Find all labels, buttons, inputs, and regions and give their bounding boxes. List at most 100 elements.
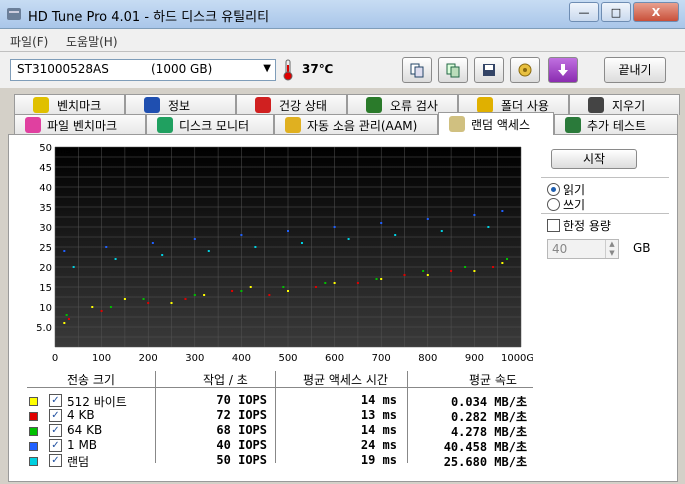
data-point <box>170 302 173 304</box>
data-point <box>287 230 289 232</box>
save-button[interactable] <box>474 57 504 83</box>
header-access: 평균 액세스 시간 <box>303 373 388 387</box>
transfer-size: 64 KB <box>67 423 103 437</box>
table-divider <box>27 387 533 388</box>
info-icon <box>144 97 160 113</box>
y-tick-label: 50 <box>39 143 52 154</box>
copy-all-icon <box>446 63 460 78</box>
y-tick-label: 30 <box>39 223 52 234</box>
tab-label: 디스크 모니터 <box>179 118 250 133</box>
data-point <box>440 230 443 232</box>
y-tick-label: 25 <box>39 243 52 254</box>
data-point <box>203 294 206 296</box>
menu-bar: 파일(F) 도움말(H) <box>0 29 685 52</box>
x-tick-label: 700 <box>372 353 391 364</box>
access-time-value: 19 ms <box>360 453 397 467</box>
data-point <box>492 266 495 268</box>
tab-file-benchmark[interactable]: 파일 벤치마크 <box>14 114 146 135</box>
close-button[interactable]: X <box>633 2 679 22</box>
drive-select[interactable]: ST31000528AS (1000 GB) ▼ <box>10 59 276 81</box>
y-tick-label: 5.0 <box>36 323 52 334</box>
data-point <box>193 238 196 240</box>
data-point <box>287 290 289 292</box>
series-checkbox[interactable]: ✓ <box>49 424 62 437</box>
data-point <box>147 302 150 304</box>
copy-button[interactable] <box>402 57 432 83</box>
y-tick-label: 20 <box>39 263 52 274</box>
data-point <box>314 286 317 288</box>
tab-benchmark[interactable]: 벤치마크 <box>14 94 125 115</box>
header-iops: 작업 / 초 <box>203 373 248 387</box>
data-point <box>268 294 271 296</box>
data-point <box>473 214 476 216</box>
start-button[interactable]: 시작 <box>551 149 637 169</box>
window-title: HD Tune Pro 4.01 - 하드 디스크 유틸리티 <box>28 10 270 25</box>
x-tick-label: 200 <box>139 353 158 364</box>
maximize-button[interactable]: □ <box>601 2 631 22</box>
tab-extra-tests[interactable]: 추가 테스트 <box>554 114 678 135</box>
limit-checkbox[interactable] <box>547 219 560 232</box>
write-label: 쓰기 <box>563 198 586 212</box>
write-radio[interactable] <box>547 198 560 211</box>
options-icon <box>518 63 532 77</box>
data-point <box>501 210 504 212</box>
access-time-value: 24 ms <box>360 438 397 452</box>
download-button[interactable] <box>548 57 578 83</box>
y-tick-label: 45 <box>39 163 52 174</box>
series-checkbox[interactable]: ✓ <box>49 409 62 422</box>
menu-help[interactable]: 도움말(H) <box>66 33 118 50</box>
data-point <box>426 218 429 220</box>
tab-erase[interactable]: 지우기 <box>569 94 680 115</box>
access-time-chart: 50 45 40 35 30 25 20 15 10 5.0 ms 0 100 200 300 400 500 6… <box>36 143 533 364</box>
options-button[interactable] <box>510 57 540 83</box>
random-access-panel: 50 45 40 35 30 25 20 15 10 5.0 ms 0 100 200 300 400 500 6… <box>8 134 678 482</box>
data-point <box>450 270 453 272</box>
data-point <box>231 290 234 292</box>
transfer-size: 1 MB <box>67 438 98 452</box>
tab-aam[interactable]: 자동 소음 관리(AAM) <box>274 114 438 135</box>
minimize-button[interactable]: — <box>569 2 599 22</box>
y-tick-label: 10 <box>39 303 52 314</box>
data-point <box>324 282 327 284</box>
data-point <box>333 282 336 284</box>
tab-health[interactable]: 건강 상태 <box>236 94 347 115</box>
limit-label: 한정 용량 <box>563 219 611 233</box>
temperature: 37℃ <box>302 62 334 76</box>
copy-all-button[interactable] <box>438 57 468 83</box>
limit-stepper[interactable]: 40 ▲ ▼ <box>547 239 619 259</box>
menu-file[interactable]: 파일(F) <box>10 33 48 50</box>
tab-random-access[interactable]: 랜덤 액세스 <box>438 112 554 135</box>
tab-info[interactable]: 정보 <box>125 94 236 115</box>
data-point <box>161 254 164 256</box>
x-tick-label: 300 <box>185 353 204 364</box>
data-point <box>501 262 504 264</box>
x-tick-label: 0 <box>52 353 58 364</box>
data-point <box>91 306 94 308</box>
tab-disk-monitor[interactable]: 디스크 모니터 <box>146 114 274 135</box>
data-point <box>184 298 187 300</box>
data-point <box>347 238 350 240</box>
series-checkbox[interactable]: ✓ <box>49 454 62 467</box>
transfer-size: 랜덤 <box>67 455 90 469</box>
table-row: ✓ 64 KB 68 IOPS 14 ms 4.278 MB/초 <box>27 423 547 439</box>
speed-value: 25.680 MB/초 <box>443 455 527 469</box>
access-time-value: 14 ms <box>360 423 397 437</box>
data-point <box>394 234 397 236</box>
iops-value: 40 IOPS <box>216 438 267 452</box>
data-point <box>114 258 117 260</box>
spin-arrows-icon[interactable]: ▲ ▼ <box>605 240 618 258</box>
data-point <box>193 294 196 296</box>
data-point <box>100 310 103 312</box>
series-color-swatch <box>29 442 38 451</box>
series-checkbox[interactable]: ✓ <box>49 394 62 407</box>
read-radio[interactable] <box>547 183 560 196</box>
erase-icon <box>588 97 604 113</box>
y-axis-label: ms <box>57 146 71 156</box>
data-point <box>380 278 383 280</box>
x-tick-label: 500 <box>278 353 297 364</box>
series-checkbox[interactable]: ✓ <box>49 439 62 452</box>
data-point <box>123 298 126 300</box>
close-icon: X <box>651 5 661 19</box>
exit-button[interactable]: 끝내기 <box>604 57 666 83</box>
data-point <box>487 226 490 228</box>
